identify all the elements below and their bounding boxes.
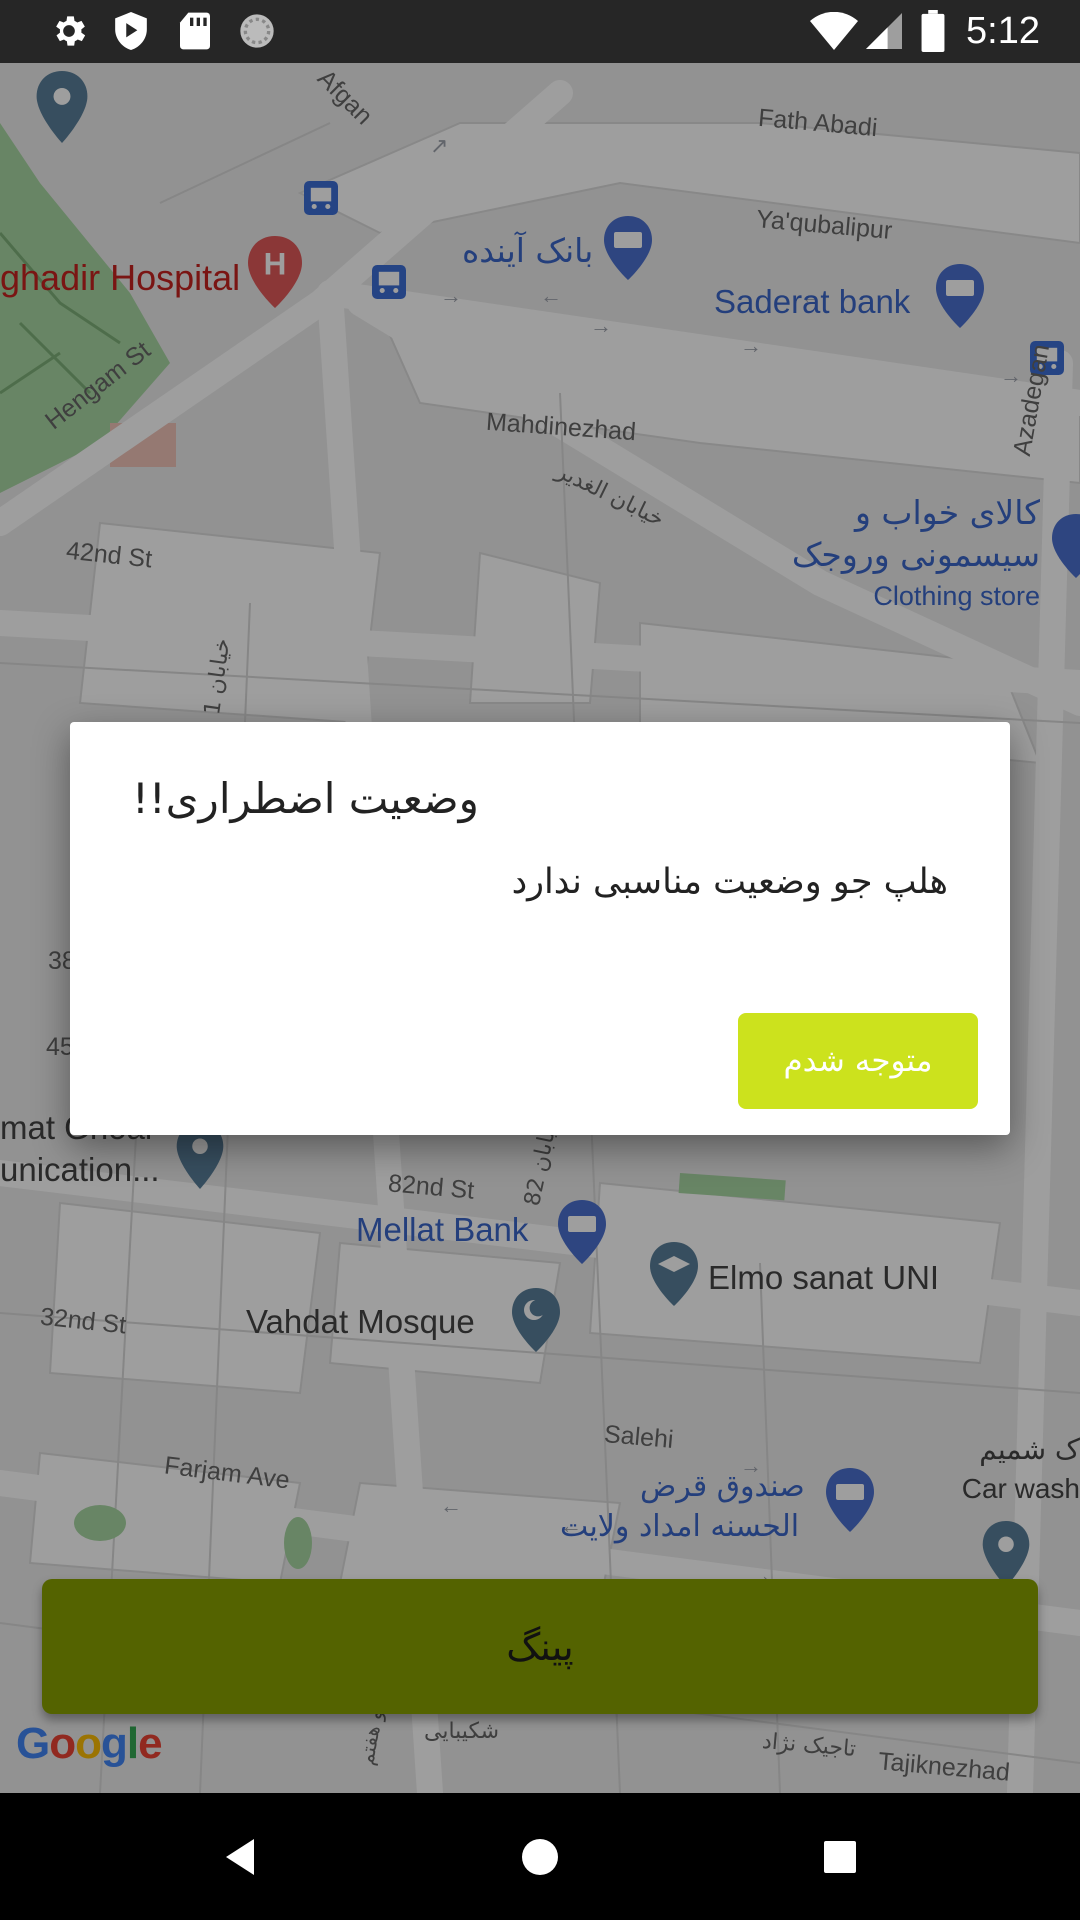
navigation-bar (0, 1793, 1080, 1920)
recents-icon[interactable] (814, 1831, 866, 1883)
signal-icon (864, 8, 904, 54)
battery-icon (918, 8, 948, 54)
home-icon[interactable] (514, 1831, 566, 1883)
acknowledge-button[interactable]: متوجه شدم (738, 1013, 978, 1109)
back-icon[interactable] (214, 1831, 266, 1883)
sd-card-icon (172, 8, 218, 54)
sync-icon (234, 8, 280, 54)
wifi-icon (808, 8, 860, 54)
shield-icon (108, 8, 154, 54)
dialog-title: وضعیت اضطراری!! (132, 774, 479, 823)
status-bar: 5:12 (0, 0, 1080, 63)
ping-button[interactable]: پینگ (42, 1579, 1038, 1714)
alert-dialog: وضعیت اضطراری!! هلپ جو وضعیت مناسبی ندار… (70, 722, 1010, 1135)
dialog-message: هلپ جو وضعیت مناسبی ندارد (511, 862, 948, 902)
status-time: 5:12 (966, 10, 1040, 52)
gear-icon (46, 8, 92, 54)
